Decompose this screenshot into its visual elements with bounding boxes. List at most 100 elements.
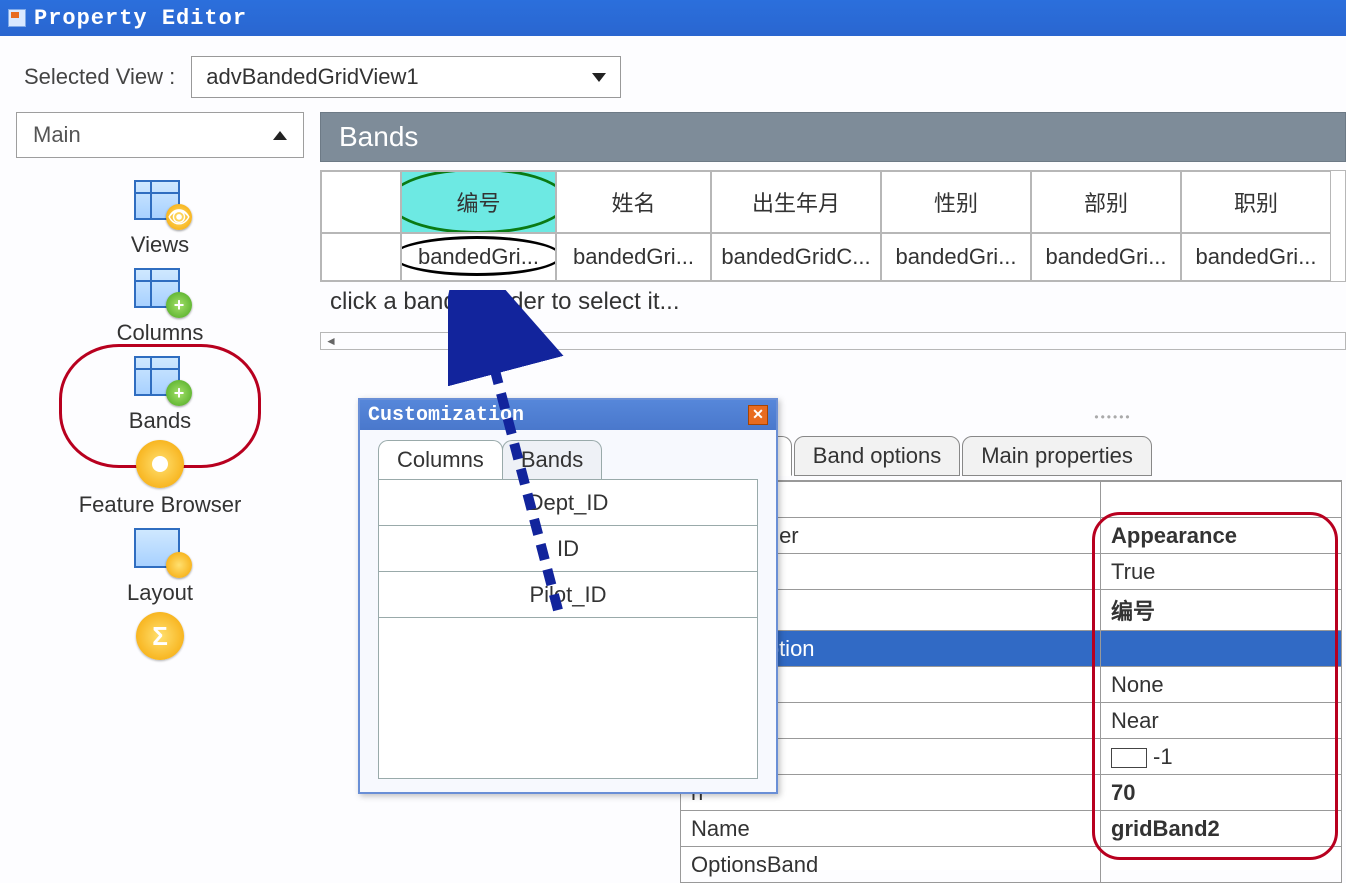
close-icon[interactable]: ✕ xyxy=(748,405,768,425)
tab-main-properties[interactable]: Main properties xyxy=(962,436,1152,476)
property-row[interactable]: NamegridBand2 xyxy=(681,811,1342,847)
tab-band-options[interactable]: Band options xyxy=(794,436,960,476)
band-column-cell[interactable]: bandedGridC... xyxy=(711,233,881,281)
band-header-spacer xyxy=(321,171,401,233)
sidebar-item-label: Layout xyxy=(127,580,193,606)
property-row[interactable]: OptionsBand xyxy=(681,847,1342,883)
property-row[interactable]: nceHeaderAppearance xyxy=(681,518,1342,554)
band-header-label: 职别 xyxy=(1234,186,1278,218)
property-grid: nceHeaderAppearanceownTrue编号ationCaption… xyxy=(680,480,1342,870)
band-header-label: 出生年月 xyxy=(752,186,840,218)
band-header-cell[interactable]: 姓名 xyxy=(556,171,711,233)
dialog-titlebar[interactable]: Customization ✕ xyxy=(360,400,776,430)
property-value[interactable]: True xyxy=(1101,554,1342,590)
property-row[interactable]: n70 xyxy=(681,775,1342,811)
sidebar-item-label: Feature Browser xyxy=(79,492,242,518)
band-column-cell[interactable]: bandedGri... xyxy=(1181,233,1331,281)
sidebar-item-label: Columns xyxy=(117,320,204,346)
drag-column-label: ID xyxy=(557,536,579,562)
sidebar-item-columns[interactable]: + Columns xyxy=(117,264,204,346)
drag-column[interactable]: ID xyxy=(379,526,757,572)
band-header-cell[interactable]: 编号 xyxy=(401,171,556,233)
tab-columns[interactable]: Columns xyxy=(378,440,503,479)
tab-label: Bands xyxy=(521,447,583,472)
band-header-cell[interactable]: 性别 xyxy=(881,171,1031,233)
selected-view-label: Selected View : xyxy=(24,64,175,90)
property-value[interactable]: gridBand2 xyxy=(1101,811,1342,847)
sidebar-item-views[interactable]: 👁 Views xyxy=(130,176,190,258)
band-column-label: bandedGri... xyxy=(573,244,694,270)
chevron-up-icon xyxy=(273,131,287,140)
dialog-tab-body: Dept_ID ID Pilot_ID xyxy=(378,479,758,779)
selected-view-combo[interactable]: advBandedGridView1 xyxy=(191,56,621,98)
band-header-label: 姓名 xyxy=(611,186,655,218)
property-row[interactable]: ationCaption xyxy=(681,631,1342,667)
property-row[interactable]: ownTrue xyxy=(681,554,1342,590)
customization-dialog: Customization ✕ Columns Bands Dept_ID ID… xyxy=(358,398,778,794)
property-row[interactable]: dex-1 xyxy=(681,739,1342,775)
sidebar-item-label: Bands xyxy=(129,408,191,434)
band-header-label: 部别 xyxy=(1084,186,1128,218)
band-column-label: bandedGri... xyxy=(418,244,539,270)
property-row[interactable]: 编号 xyxy=(681,590,1342,631)
band-column-cell[interactable]: bandedGri... xyxy=(556,233,711,281)
drag-column[interactable]: Dept_ID xyxy=(379,480,757,526)
dialog-title: Customization xyxy=(368,404,524,427)
property-value[interactable]: 70 xyxy=(1101,775,1342,811)
sidebar-item-label: Views xyxy=(131,232,189,258)
color-swatch xyxy=(1111,748,1147,768)
gear-icon xyxy=(136,440,184,488)
band-column-label: bandedGri... xyxy=(895,244,1016,270)
views-icon: 👁 xyxy=(130,176,190,228)
property-value[interactable]: Appearance xyxy=(1101,518,1342,554)
band-header-cell[interactable]: 出生年月 xyxy=(711,171,881,233)
sidebar-nav-list: 👁 Views + Columns + Bands Feature Browse… xyxy=(16,158,304,660)
band-column-cell[interactable]: bandedGri... xyxy=(881,233,1031,281)
layout-icon xyxy=(130,524,190,576)
bands-icon: + xyxy=(130,352,190,404)
sigma-icon: Σ xyxy=(136,612,184,660)
columns-icon: + xyxy=(130,264,190,316)
tab-label: Band options xyxy=(813,443,941,468)
property-row[interactable]: gnmentNear xyxy=(681,703,1342,739)
band-header-row: 编号 姓名 出生年月 性别 部别 职别 xyxy=(321,171,1345,233)
property-row[interactable]: None xyxy=(681,667,1342,703)
sidebar-section-label: Main xyxy=(33,122,81,148)
band-column-label: bandedGri... xyxy=(1195,244,1316,270)
window-titlebar: Property Editor xyxy=(0,0,1346,36)
band-header-cell[interactable]: 职别 xyxy=(1181,171,1331,233)
tab-label: Main properties xyxy=(981,443,1133,468)
property-name: Name xyxy=(681,811,1101,847)
band-header-label: 编号 xyxy=(456,186,500,218)
property-value[interactable]: Near xyxy=(1101,703,1342,739)
drag-column-label: Dept_ID xyxy=(528,490,609,516)
property-value[interactable] xyxy=(1101,482,1342,518)
property-value[interactable]: -1 xyxy=(1101,739,1342,775)
sidebar-item-feature-browser[interactable]: Feature Browser xyxy=(79,440,242,518)
band-column-label: bandedGridC... xyxy=(721,244,870,270)
sidebar-item-summary[interactable]: Σ xyxy=(136,612,184,660)
property-value[interactable]: 编号 xyxy=(1101,590,1342,631)
property-value[interactable] xyxy=(1101,847,1342,883)
splitter-gripper[interactable]: •••••• xyxy=(900,410,1326,424)
property-row[interactable] xyxy=(681,482,1342,518)
tab-bands[interactable]: Bands xyxy=(502,440,602,479)
band-header-cell[interactable]: 部别 xyxy=(1031,171,1181,233)
horizontal-scroller[interactable]: ◄ xyxy=(320,332,1346,350)
property-name: OptionsBand xyxy=(681,847,1101,883)
sidebar-item-layout[interactable]: Layout xyxy=(127,524,193,606)
band-column-cell[interactable]: bandedGri... xyxy=(401,233,556,281)
bands-hint: click a band in order to select it... xyxy=(320,282,1346,322)
property-value[interactable]: None xyxy=(1101,667,1342,703)
drag-column[interactable]: Pilot_ID xyxy=(379,572,757,618)
chevron-down-icon xyxy=(592,73,606,82)
selected-view-value: advBandedGridView1 xyxy=(206,64,418,90)
band-column-cell[interactable]: bandedGri... xyxy=(1031,233,1181,281)
selected-view-row: Selected View : advBandedGridView1 xyxy=(0,36,1346,112)
band-column-label: bandedGri... xyxy=(1045,244,1166,270)
bands-grid: 编号 姓名 出生年月 性别 部别 职别 bandedGri... bandedG… xyxy=(320,170,1346,282)
property-tabs: erties Band options Main properties xyxy=(700,436,1342,476)
sidebar-item-bands[interactable]: + Bands xyxy=(129,352,191,434)
property-value[interactable] xyxy=(1101,631,1342,667)
sidebar-section-header[interactable]: Main xyxy=(16,112,304,158)
